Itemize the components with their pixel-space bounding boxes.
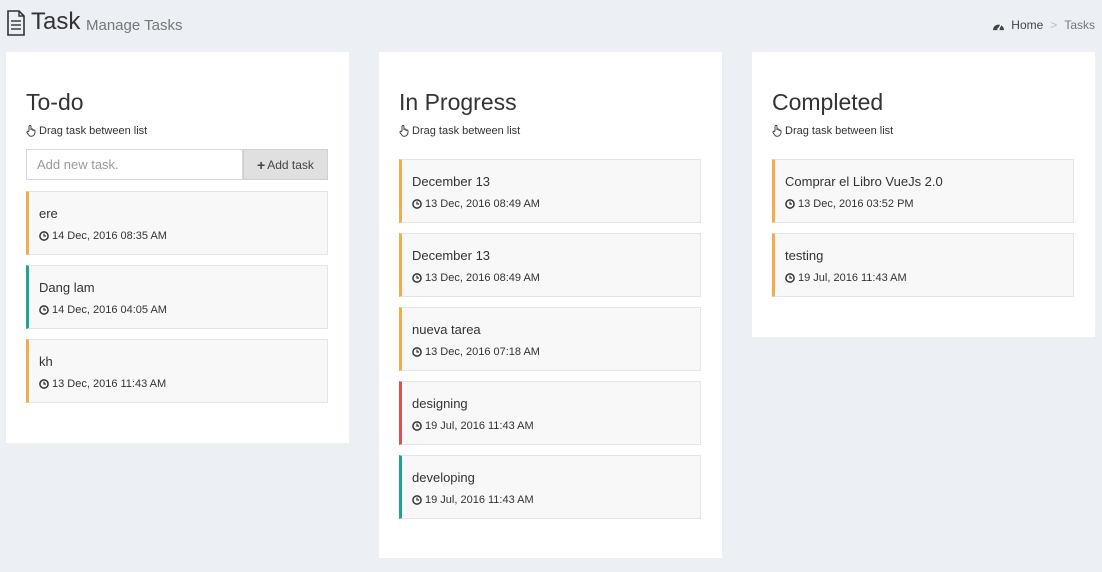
task-time-label: 14 Dec, 2016 08:35 AM bbox=[52, 230, 167, 242]
task-card[interactable]: Dang lam 14 Dec, 2016 04:05 AM bbox=[26, 265, 328, 329]
in-progress-title: In Progress bbox=[399, 89, 517, 115]
dashboard-icon bbox=[993, 23, 1005, 30]
drag-hint-label: Drag task between list bbox=[39, 125, 148, 137]
add-task-row: + Add task bbox=[26, 149, 328, 180]
task-time: 13 Dec, 2016 11:43 AM bbox=[39, 377, 166, 391]
new-task-input[interactable] bbox=[26, 149, 243, 180]
task-time-label: 19 Jul, 2016 11:43 AM bbox=[425, 420, 534, 432]
page-title: Task bbox=[31, 8, 81, 35]
task-title: nueva tarea bbox=[412, 322, 481, 337]
task-time: 13 Dec, 2016 08:49 AM bbox=[412, 197, 540, 211]
task-card[interactable]: designing 19 Jul, 2016 11:43 AM bbox=[399, 381, 701, 445]
todo-panel: To-do Drag task between list + Add task … bbox=[6, 52, 349, 443]
task-time-label: 19 Jul, 2016 11:43 AM bbox=[425, 494, 534, 506]
page-header: Task Manage Tasks Home > Tasks bbox=[0, 0, 1102, 50]
clock-icon bbox=[412, 495, 422, 505]
hand-pointer-icon bbox=[772, 125, 782, 137]
clock-icon bbox=[785, 199, 795, 209]
clock-icon bbox=[412, 421, 422, 431]
clock-icon bbox=[412, 273, 422, 283]
clock-icon bbox=[39, 231, 49, 241]
task-time-label: 19 Jul, 2016 11:43 AM bbox=[798, 272, 907, 284]
task-time: 14 Dec, 2016 04:05 AM bbox=[39, 303, 167, 317]
clock-icon bbox=[39, 379, 49, 389]
task-time-label: 14 Dec, 2016 04:05 AM bbox=[52, 304, 167, 316]
task-time: 14 Dec, 2016 08:35 AM bbox=[39, 229, 167, 243]
drag-hint-label: Drag task between list bbox=[412, 125, 521, 137]
task-title: developing bbox=[412, 470, 475, 485]
task-time: 19 Jul, 2016 11:43 AM bbox=[412, 419, 534, 433]
task-card[interactable]: developing 19 Jul, 2016 11:43 AM bbox=[399, 455, 701, 519]
task-time-label: 13 Dec, 2016 11:43 AM bbox=[52, 378, 167, 390]
task-time: 13 Dec, 2016 07:18 AM bbox=[412, 345, 540, 359]
task-title: testing bbox=[785, 248, 824, 263]
task-card[interactable]: December 13 13 Dec, 2016 08:49 AM bbox=[399, 159, 701, 223]
task-time-label: 13 Dec, 2016 08:49 AM bbox=[425, 272, 540, 284]
task-title: ere bbox=[39, 206, 58, 221]
drag-hint: Drag task between list bbox=[26, 124, 147, 138]
task-card[interactable]: Comprar el Libro VueJs 2.0 13 Dec, 2016 … bbox=[772, 159, 1074, 223]
task-title: kh bbox=[39, 354, 53, 369]
clock-icon bbox=[412, 199, 422, 209]
task-time-label: 13 Dec, 2016 03:52 PM bbox=[798, 198, 914, 210]
task-time: 13 Dec, 2016 08:49 AM bbox=[412, 271, 540, 285]
breadcrumb-home-label: Home bbox=[1011, 18, 1044, 32]
task-time: 19 Jul, 2016 11:43 AM bbox=[785, 271, 907, 285]
breadcrumb: Home > Tasks bbox=[992, 17, 1095, 33]
task-card[interactable]: kh 13 Dec, 2016 11:43 AM bbox=[26, 339, 328, 403]
breadcrumb-separator: > bbox=[1050, 18, 1058, 32]
completed-title: Completed bbox=[772, 89, 884, 115]
in-progress-panel: In Progress Drag task between list Decem… bbox=[379, 52, 722, 558]
task-title: December 13 bbox=[412, 248, 491, 263]
breadcrumb-home-link[interactable]: Home bbox=[992, 17, 1043, 33]
clock-icon bbox=[412, 347, 422, 357]
drag-hint: Drag task between list bbox=[399, 124, 520, 138]
page-subtitle: Manage Tasks bbox=[86, 17, 183, 34]
breadcrumb-current: Tasks bbox=[1064, 18, 1095, 32]
file-text-icon bbox=[7, 10, 25, 36]
hand-pointer-icon bbox=[399, 125, 409, 137]
task-title: Dang lam bbox=[39, 280, 95, 295]
task-title: designing bbox=[412, 396, 468, 411]
todo-title: To-do bbox=[26, 89, 84, 115]
task-card[interactable]: ere 14 Dec, 2016 08:35 AM bbox=[26, 191, 328, 255]
task-title: Comprar el Libro VueJs 2.0 bbox=[785, 174, 943, 189]
task-time: 19 Jul, 2016 11:43 AM bbox=[412, 493, 534, 507]
add-task-button-label: Add task bbox=[267, 157, 314, 172]
task-card[interactable]: nueva tarea 13 Dec, 2016 07:18 AM bbox=[399, 307, 701, 371]
task-card[interactable]: December 13 13 Dec, 2016 08:49 AM bbox=[399, 233, 701, 297]
hand-pointer-icon bbox=[26, 125, 36, 137]
add-task-button[interactable]: + Add task bbox=[243, 149, 328, 180]
task-time-label: 13 Dec, 2016 07:18 AM bbox=[425, 346, 540, 358]
clock-icon bbox=[39, 305, 49, 315]
task-card[interactable]: testing 19 Jul, 2016 11:43 AM bbox=[772, 233, 1074, 297]
drag-hint-label: Drag task between list bbox=[785, 125, 894, 137]
clock-icon bbox=[785, 273, 795, 283]
task-time-label: 13 Dec, 2016 08:49 AM bbox=[425, 198, 540, 210]
completed-panel: Completed Drag task between list Comprar… bbox=[752, 52, 1095, 337]
drag-hint: Drag task between list bbox=[772, 124, 893, 138]
task-title: December 13 bbox=[412, 174, 491, 189]
task-time: 13 Dec, 2016 03:52 PM bbox=[785, 197, 914, 211]
plus-icon: + bbox=[257, 156, 266, 173]
